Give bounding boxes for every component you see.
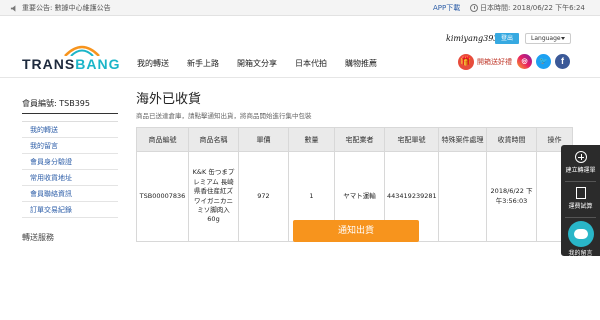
sidebar-item-addresses[interactable]: 常用收貨地址	[22, 170, 118, 186]
language-label: Language	[531, 35, 561, 42]
share-gift-label: 開箱送好禮	[477, 58, 512, 66]
facebook-icon[interactable]: f	[555, 54, 570, 69]
main-content: 海外已收貨 商品已送達倉庫，請點擊通知出貨，將商品開始進行集中包裝 商品編號 商…	[136, 88, 576, 242]
col-header-item-id: 商品編號	[136, 127, 189, 152]
clock-icon	[470, 4, 478, 12]
share-gift-link[interactable]: 🎁 開箱送好禮	[458, 54, 512, 70]
japan-time-text: 日本時間: 2018/06/22 下午6:24	[480, 4, 585, 12]
page-subtitle: 商品已送達倉庫，請點擊通知出貨，將商品開始進行集中包裝	[136, 112, 312, 120]
sidebar-item-my-forwarding[interactable]: 我的轉送	[22, 122, 118, 138]
chevron-down-icon	[561, 37, 565, 40]
col-header-received-time: 收貨時間	[486, 127, 537, 152]
sidebar-item-my-messages[interactable]: 我的留言	[22, 138, 118, 154]
username[interactable]: kimiyang393	[446, 34, 498, 43]
member-id: 會員編號: TSB395	[22, 98, 118, 114]
shipping-calc-button[interactable]: 運費試算	[561, 187, 600, 210]
panel-divider	[565, 217, 596, 218]
speaker-icon	[10, 4, 16, 12]
logo-part2: BANG	[75, 56, 121, 72]
logo-wordmark: TRANSBANG	[22, 56, 120, 72]
transbang-logo[interactable]: TRANSBANG	[22, 44, 132, 72]
calculator-icon	[575, 187, 586, 199]
sidebar-menu: 我的轉送 我的留言 會員身分驗證 常用收貨地址 會員聯絡資訊 訂單交易紀錄	[22, 121, 118, 218]
cell-unit-price: 972	[238, 151, 289, 242]
floating-action-panel: 建立轉運單 運費試算 我的留言	[561, 145, 600, 257]
language-select[interactable]: Language	[525, 33, 571, 44]
table-header-row: 商品編號 商品名稱 單價 數量 宅配業者 宅配單號 特殊案件處理 收貨時間 操作	[136, 127, 573, 152]
cell-item-id: TSB00007836	[136, 151, 189, 242]
col-header-special-case: 特殊案件處理	[438, 127, 487, 152]
my-messages-button[interactable]: 我的留言	[561, 221, 600, 257]
create-order-button[interactable]: 建立轉運單	[561, 151, 600, 174]
nav-unboxing-share[interactable]: 開箱文分享	[237, 58, 277, 69]
instagram-icon[interactable]: ◎	[517, 54, 532, 69]
plus-icon	[574, 151, 587, 163]
twitter-icon[interactable]: 🐦	[536, 54, 551, 69]
col-header-quantity: 數量	[288, 127, 335, 152]
shipping-calc-label: 運費試算	[568, 203, 593, 210]
sidebar-section-title: 轉送服務	[22, 233, 54, 242]
nav-getting-started[interactable]: 新手上路	[187, 58, 219, 69]
logout-button[interactable]: 登出	[495, 33, 519, 44]
my-messages-label: 我的留言	[568, 250, 593, 257]
nav-japan-auction[interactable]: 日本代拍	[295, 58, 327, 69]
create-order-label: 建立轉運單	[565, 167, 596, 174]
announcement[interactable]: 重要公告: 數據中心維護公告	[10, 3, 111, 13]
cell-special-case	[438, 151, 487, 242]
notify-shipment-button[interactable]: 通知出貨	[293, 220, 419, 242]
logo-arc-icon	[64, 45, 100, 56]
main-nav: 我的轉送 新手上路 開箱文分享 日本代拍 購物推薦	[137, 58, 395, 69]
announcement-text[interactable]: 重要公告: 數據中心維護公告	[22, 3, 111, 13]
site-header: TRANSBANG 我的轉送 新手上路 開箱文分享 日本代拍 購物推薦 kimi…	[0, 16, 600, 78]
panel-divider	[565, 181, 596, 182]
japan-time: 日本時間: 2018/06/22 下午6:24	[470, 3, 585, 13]
member-sidebar: 會員編號: TSB395 我的轉送 我的留言 會員身分驗證 常用收貨地址 會員聯…	[22, 98, 118, 243]
logo-part1: TRANS	[22, 56, 76, 72]
nav-shopping-recommend[interactable]: 購物推薦	[345, 58, 377, 69]
page-title: 海外已收貨	[136, 92, 202, 107]
sidebar-item-transactions[interactable]: 訂單交易紀錄	[22, 202, 118, 218]
col-header-carrier: 宅配業者	[334, 127, 385, 152]
gift-icon: 🎁	[458, 54, 474, 70]
cell-received-time: 2018/6/22 下午3:56:03	[486, 151, 537, 242]
col-header-item-name: 商品名稱	[188, 127, 239, 152]
chat-bubble-icon	[567, 221, 594, 247]
col-header-unit-price: 單價	[238, 127, 289, 152]
app-download-link[interactable]: APP下載	[433, 3, 460, 13]
top-notice-bar: 重要公告: 數據中心維護公告 APP下載 日本時間: 2018/06/22 下午…	[0, 0, 600, 16]
sidebar-item-identity-verification[interactable]: 會員身分驗證	[22, 154, 118, 170]
col-header-tracking: 宅配單號	[384, 127, 439, 152]
sidebar-item-contact-info[interactable]: 會員聯絡資訊	[22, 186, 118, 202]
cell-item-name: K&K 缶つまプレミアム 長崎県香住産紅ズワイガニカニミソ脚肉入 60g	[188, 151, 239, 242]
nav-my-forwarding[interactable]: 我的轉送	[137, 58, 169, 69]
